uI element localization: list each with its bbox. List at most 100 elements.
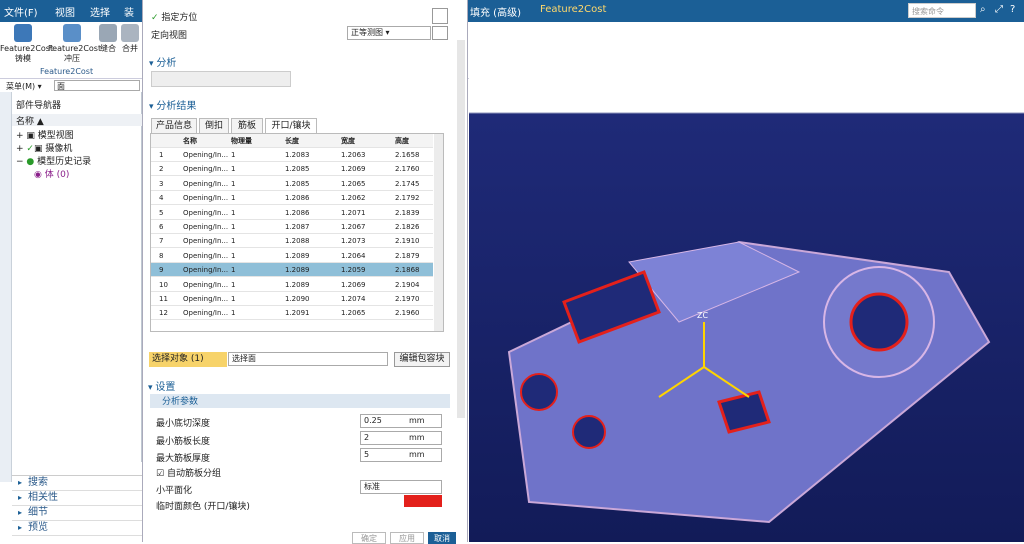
table-header: 名称 物理量 长度 宽度 高度 xyxy=(151,134,433,148)
sew-icon xyxy=(99,24,117,42)
tab-rib[interactable]: 筋板 xyxy=(231,118,263,133)
min-undercut-input[interactable]: 0.25 mm xyxy=(360,414,442,428)
tree-history[interactable]: − ● 模型历史记录 xyxy=(16,154,91,167)
section-details[interactable]: 细节 xyxy=(12,506,142,521)
row-cell: 2.1658 xyxy=(395,151,420,159)
boss-hole xyxy=(849,292,909,352)
zc-label: ZC xyxy=(697,311,708,320)
select-object[interactable]: 选择对象 (1) xyxy=(149,352,227,367)
auto-rib-checkbox[interactable]: ☑ 自动筋板分组 xyxy=(156,466,221,479)
help-icon[interactable]: ? xyxy=(1010,4,1015,15)
max-rib-thickness-input[interactable]: 5 mm xyxy=(360,448,442,462)
table-row[interactable]: 9 Opening/In... 1 1.2089 1.2059 2.1868 xyxy=(151,263,433,278)
analysis-section[interactable]: 分析 xyxy=(149,54,176,69)
table-row[interactable]: 2 Opening/In... 1 1.2085 1.2069 2.1760 xyxy=(151,162,433,177)
section-preview[interactable]: 预览 xyxy=(12,521,142,536)
stamping-icon xyxy=(63,24,81,42)
csys-icon[interactable] xyxy=(432,8,448,24)
table-row[interactable]: 7 Opening/In... 1 1.2088 1.2073 2.1910 xyxy=(151,234,433,249)
results-table: 名称 物理量 长度 宽度 高度 1 Opening/In... 1 1.2083 1.2… xyxy=(150,133,444,332)
table-row[interactable]: 6 Opening/In... 1 1.2087 1.2067 2.1826 xyxy=(151,220,433,234)
table-row[interactable]: 10 Opening/In... 1 1.2089 1.2069 2.1904 xyxy=(151,278,433,292)
row-cell: 1.2086 xyxy=(285,194,310,203)
select-face-field[interactable]: 选择面 xyxy=(228,352,388,366)
table-row[interactable]: 1 Opening/In... 1 1.2083 1.2063 2.1658 xyxy=(151,148,433,162)
section-dependencies[interactable]: 相关性 xyxy=(12,491,142,506)
tab-undercut[interactable]: 倒扣 xyxy=(199,118,229,133)
cancel-button[interactable]: 取消 xyxy=(428,532,456,544)
tool-stamping[interactable]: Feature2Cost 冲压 xyxy=(48,24,101,64)
menu-file[interactable]: 文件(F) xyxy=(4,4,38,19)
select-face-dropdown[interactable]: 选择面 xyxy=(228,352,388,367)
table-scrollbar[interactable] xyxy=(434,134,443,331)
row-cell: 1.2067 xyxy=(341,223,366,231)
view-icon[interactable] xyxy=(432,26,448,40)
menu-dress[interactable]: 装 xyxy=(124,4,134,19)
tree-cameras[interactable]: + ✓▣ 摄像机 xyxy=(16,141,72,154)
menu-button[interactable]: 菜单(M) ▾ xyxy=(6,81,42,92)
tool-sew[interactable]: 缝合 xyxy=(98,24,118,54)
row-number: 4 xyxy=(159,194,164,203)
row-cell: Opening/In... xyxy=(183,251,229,260)
results-section[interactable]: 分析结果 xyxy=(149,97,196,112)
row-number: 8 xyxy=(159,251,164,260)
row-cell: 1.2065 xyxy=(341,179,366,188)
row-cell: Opening/In... xyxy=(183,223,229,231)
menu-fill[interactable]: 填充 (高级) xyxy=(470,4,521,19)
filter-bar: 菜单(M) ▾ 面 xyxy=(0,80,142,92)
temp-color-label: 临时面颜色 (开口/镶块) xyxy=(156,502,250,512)
eye-icon: ◉ xyxy=(34,170,42,180)
table-row[interactable]: 5 Opening/In... 1 1.2086 1.2071 2.1839 xyxy=(151,206,433,220)
tool-casting[interactable]: Feature2Cost 铸模 xyxy=(0,24,53,64)
row-cell: 1 xyxy=(231,208,236,217)
dialog-scrollbar[interactable] xyxy=(457,40,465,418)
min-rib-length-input[interactable]: 2 mm xyxy=(360,431,442,445)
row-cell: 1.2074 xyxy=(341,295,366,303)
expand-icon[interactable]: ⤢ xyxy=(995,4,1003,15)
apply-button[interactable]: 应用 xyxy=(390,532,424,544)
search-icon[interactable]: ⌕ xyxy=(980,4,986,15)
small-plane-dropdown[interactable]: 标准 xyxy=(360,480,442,494)
type-filter[interactable]: 面 xyxy=(54,80,140,91)
settings-section[interactable]: 设置 xyxy=(148,378,175,393)
table-row[interactable]: 4 Opening/In... 1 1.2086 1.2062 2.1792 xyxy=(151,191,433,206)
row-cell: 1.2091 xyxy=(285,309,310,318)
graphics-viewport[interactable]: ZC xyxy=(469,22,1024,542)
section-search[interactable]: 搜索 xyxy=(12,476,142,491)
check-icon: ✓ xyxy=(151,13,159,23)
view-dropdown[interactable]: 正等测图 ▾ xyxy=(347,26,431,40)
row-cell: Opening/In... xyxy=(183,266,229,275)
row-cell: 2.1826 xyxy=(395,223,420,231)
table-row[interactable]: 12 Opening/In... 1 1.2091 1.2065 2.1960 xyxy=(151,306,433,321)
tab-product-info[interactable]: 产品信息 xyxy=(151,118,197,133)
row-number: 2 xyxy=(159,165,164,174)
ok-button[interactable]: 确定 xyxy=(352,532,386,544)
params-subsection[interactable]: 分析参数 xyxy=(150,394,450,408)
row-cell: 2.1745 xyxy=(395,179,420,188)
tree-model-views[interactable]: + ▣ 模型视图 xyxy=(16,128,74,141)
row-cell: 2.1970 xyxy=(395,295,420,303)
temp-color-swatch[interactable] xyxy=(404,495,442,507)
analysis-icon-row[interactable] xyxy=(151,71,291,87)
row-cell: 1 xyxy=(231,237,236,246)
row-cell: 1.2064 xyxy=(341,251,366,260)
row-cell: 1.2089 xyxy=(285,251,310,260)
tool-unite[interactable]: 合并 xyxy=(120,24,140,54)
table-row[interactable]: 8 Opening/In... 1 1.2089 1.2064 2.1879 xyxy=(151,249,433,263)
sort-up-icon[interactable]: ▲ xyxy=(37,117,44,127)
table-row[interactable]: 11 Opening/In... 1 1.2090 1.2074 2.1970 xyxy=(151,292,433,306)
check-icon: ✓ xyxy=(26,144,34,154)
row-cell: 1.2065 xyxy=(341,309,366,318)
edit-bbox-button[interactable]: 编辑包容块 xyxy=(394,352,450,367)
search-input[interactable]: 搜索命令 xyxy=(908,3,976,18)
row-cell: 1.2085 xyxy=(285,179,310,188)
row-cell: 1 xyxy=(231,151,236,159)
tree-body[interactable]: ◉ 体 (0) xyxy=(34,167,69,180)
tab-feature2cost[interactable]: Feature2Cost xyxy=(540,4,606,15)
table-row[interactable]: 3 Opening/In... 1 1.2085 1.2065 2.1745 xyxy=(151,177,433,191)
menu-view[interactable]: 视图 xyxy=(55,4,75,19)
row-number: 12 xyxy=(159,309,168,318)
menu-select[interactable]: 选择 xyxy=(90,4,110,19)
tab-opening[interactable]: 开口/镶块 xyxy=(265,118,317,133)
navigator-title: 部件导航器 xyxy=(16,101,62,111)
